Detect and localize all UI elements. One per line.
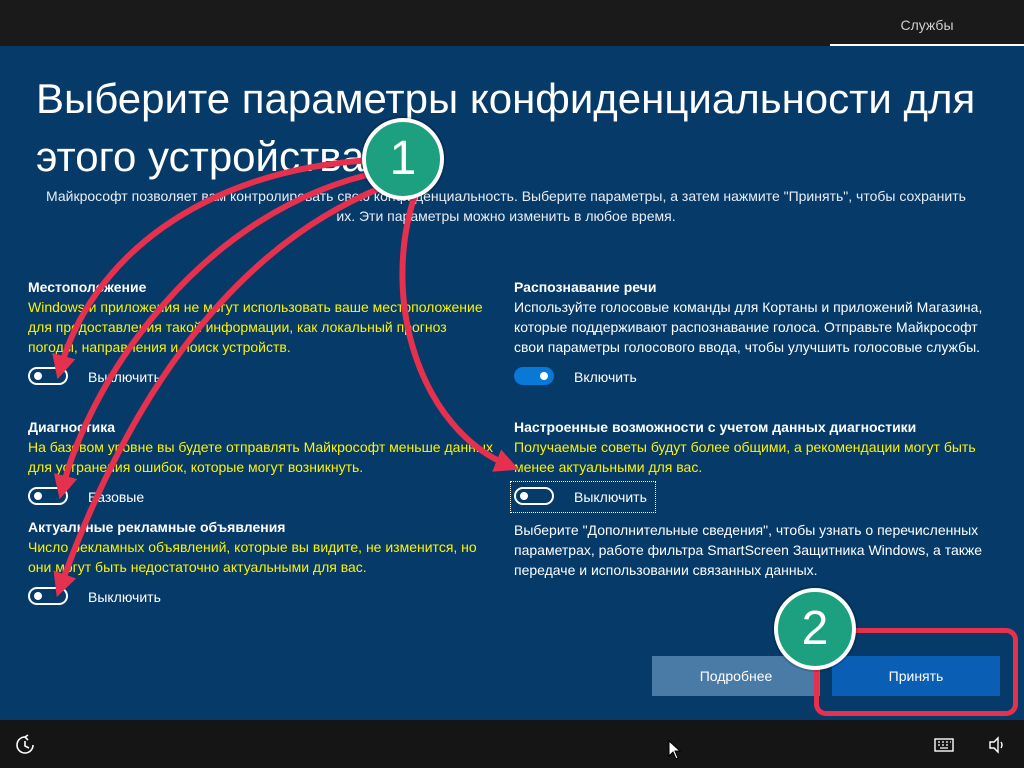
keyboard-icon[interactable] [934, 738, 954, 757]
volume-icon[interactable] [988, 736, 1008, 759]
mouse-cursor-icon [668, 739, 682, 765]
bottom-taskbar [0, 720, 1024, 768]
arrow-to-location [52, 157, 375, 380]
arrow-to-tailored [399, 192, 519, 472]
annotation-badge-1: 1 [362, 118, 444, 200]
arrow-to-diagnostics [53, 169, 383, 500]
annotation-badge-2: 2 [774, 588, 856, 670]
ease-of-access-icon[interactable] [14, 734, 36, 761]
